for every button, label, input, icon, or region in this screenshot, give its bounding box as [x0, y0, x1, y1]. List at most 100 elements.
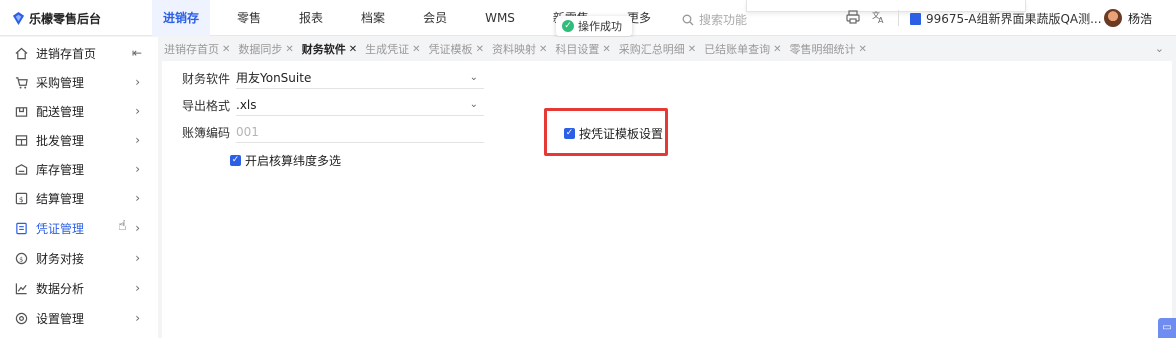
- ledger-code-input[interactable]: 001: [236, 121, 484, 143]
- sidebar-item-wholesale[interactable]: 批发管理 ›: [0, 126, 158, 155]
- search-box[interactable]: 搜索功能: [682, 11, 747, 28]
- user-menu[interactable]: 杨浩: [1104, 9, 1152, 27]
- tab-label: 科目设置: [555, 43, 600, 56]
- success-check-icon: ✓: [562, 20, 574, 32]
- tab-finance-software[interactable]: 财务软件 ✕: [302, 41, 357, 57]
- multi-dimension-checkbox[interactable]: ✓ 开启核算纬度多选: [230, 152, 341, 169]
- software-value: 用友YonSuite: [236, 71, 312, 85]
- sidebar-item-finance[interactable]: $ 财务对接 ›: [0, 244, 158, 273]
- feedback-icon[interactable]: ▭: [1158, 318, 1176, 338]
- tab-purchase-summary[interactable]: 采购汇总明细 ✕: [619, 41, 696, 57]
- nav-item-archives[interactable]: 档案: [350, 0, 396, 36]
- sidebar-item-voucher[interactable]: 凭证管理 ›: [0, 214, 158, 243]
- success-toast: ✓ 操作成功: [556, 16, 632, 36]
- nav-item-retail[interactable]: 零售: [226, 0, 272, 36]
- printer-icon[interactable]: [846, 10, 860, 24]
- logo-icon: [12, 12, 25, 25]
- tab-generate-voucher[interactable]: 生成凭证 ✕: [365, 41, 420, 57]
- sidebar-item-purchase[interactable]: 采购管理 ›: [0, 68, 158, 97]
- close-icon[interactable]: ✕: [412, 44, 420, 55]
- collapse-sidebar-icon[interactable]: ⇤: [132, 46, 142, 60]
- tab-voucher-template[interactable]: 凭证模板 ✕: [429, 41, 484, 57]
- user-name: 杨浩: [1128, 11, 1153, 26]
- chevron-right-icon: ›: [135, 191, 140, 205]
- chevron-down-icon: ⌄: [469, 72, 478, 83]
- close-icon[interactable]: ✕: [476, 44, 484, 55]
- multi-dimension-label: 开启核算纬度多选: [245, 154, 342, 168]
- svg-text:$: $: [19, 255, 23, 263]
- sidebar-item-label: 财务对接: [36, 252, 85, 266]
- sidebar-item-inventory[interactable]: 库存管理 ›: [0, 155, 158, 184]
- chevron-right-icon: ›: [135, 281, 140, 295]
- close-icon[interactable]: ✕: [349, 44, 357, 55]
- sidebar-item-settings[interactable]: 设置管理 ›: [0, 304, 158, 333]
- top-bar: 乐檬零售后台 进销存 零售 报表 档案 会员 WMS 新零售 更多 ✓ 操作成功…: [0, 0, 1176, 36]
- close-icon[interactable]: ✕: [688, 44, 696, 55]
- tab-label: 已结账单查询: [704, 43, 771, 56]
- tab-data-sync[interactable]: 数据同步 ✕: [238, 41, 293, 57]
- wholesale-icon: [14, 134, 28, 148]
- app-title: 乐檬零售后台: [29, 12, 102, 26]
- tab-retail-detail[interactable]: 零售明细统计 ✕: [790, 41, 867, 57]
- tab-settled-bills[interactable]: 已结账单查询 ✕: [704, 41, 781, 57]
- main-content: 财务软件 用友YonSuite ⌄ 导出格式 .xls ⌄ 账簿编码 001 ✓…: [162, 61, 1172, 338]
- chevron-right-icon: ›: [135, 251, 140, 265]
- search-placeholder: 搜索功能: [699, 13, 748, 27]
- translate-icon[interactable]: 文A: [872, 10, 886, 25]
- store-selector[interactable]: 99675-A组新界面果蔬版QA测...: [910, 10, 1102, 27]
- sidebar-item-settlement[interactable]: $ 结算管理 ›: [0, 184, 158, 213]
- close-icon[interactable]: ✕: [859, 44, 867, 55]
- tab-label: 资料映射: [491, 43, 536, 56]
- avatar: [1104, 9, 1122, 27]
- nav-item-inventory[interactable]: 进销存: [152, 0, 211, 36]
- software-select[interactable]: 用友YonSuite ⌄: [236, 67, 484, 89]
- page-tabs: 进销存首页 ✕ 数据同步 ✕ 财务软件 ✕ 生成凭证 ✕ 凭证模板 ✕ 资料映射 ✕ 科目设…: [158, 37, 1176, 61]
- tab-label: 零售明细统计: [789, 43, 856, 56]
- sidebar-item-home[interactable]: 进销存首页 ⇤: [0, 39, 158, 68]
- voucher-icon: [14, 222, 28, 236]
- close-icon[interactable]: ✕: [222, 44, 230, 55]
- nav-item-reports[interactable]: 报表: [288, 0, 334, 36]
- export-format-select[interactable]: .xls ⌄: [236, 94, 484, 116]
- settings-icon: [14, 312, 28, 326]
- tab-account-settings[interactable]: 科目设置 ✕: [555, 41, 610, 57]
- nav-item-wms[interactable]: WMS: [474, 0, 526, 36]
- ledger-code-placeholder: 001: [236, 125, 259, 139]
- tab-label: 采购汇总明细: [618, 43, 685, 56]
- chevron-right-icon: ›: [135, 311, 140, 325]
- highlight-box: [544, 108, 668, 156]
- store-name: 99675-A组新界面果蔬版QA测...: [926, 12, 1102, 26]
- tab-label: 生成凭证: [365, 43, 410, 56]
- sidebar-item-label: 结算管理: [36, 192, 85, 206]
- nav-item-members[interactable]: 会员: [412, 0, 458, 36]
- sidebar-item-label: 凭证管理: [36, 222, 85, 236]
- finance-icon: $: [14, 252, 28, 266]
- chart-icon: [14, 282, 28, 296]
- software-row: 财务软件 用友YonSuite ⌄: [182, 67, 484, 89]
- settlement-icon: $: [14, 192, 28, 206]
- home-icon: [14, 47, 28, 61]
- tab-label: 进销存首页: [164, 43, 219, 56]
- export-format-row: 导出格式 .xls ⌄: [182, 94, 484, 116]
- close-icon[interactable]: ✕: [602, 44, 610, 55]
- tab-label: 数据同步: [238, 43, 283, 56]
- tab-data-mapping[interactable]: 资料映射 ✕: [492, 41, 547, 57]
- close-icon[interactable]: ✕: [285, 44, 293, 55]
- sidebar-item-label: 数据分析: [36, 282, 85, 296]
- sidebar-item-label: 批发管理: [36, 134, 85, 148]
- tabs-expand-icon[interactable]: ⌄: [1155, 42, 1164, 55]
- app-logo[interactable]: 乐檬零售后台: [12, 10, 101, 27]
- close-icon[interactable]: ✕: [539, 44, 547, 55]
- search-icon: [682, 14, 694, 25]
- sidebar-item-label: 采购管理: [36, 76, 85, 90]
- close-icon[interactable]: ✕: [773, 44, 781, 55]
- inventory-icon: [14, 163, 28, 177]
- chevron-right-icon: ›: [135, 75, 140, 89]
- chevron-down-icon: ⌄: [469, 99, 478, 110]
- export-format-label: 导出格式: [182, 98, 231, 113]
- sidebar-item-delivery[interactable]: 配送管理 ›: [0, 97, 158, 126]
- sidebar-item-analytics[interactable]: 数据分析 ›: [0, 274, 158, 303]
- tab-inventory-home[interactable]: 进销存首页 ✕: [164, 41, 230, 57]
- checkbox-checked-icon: ✓: [230, 155, 241, 166]
- export-format-value: .xls: [236, 98, 257, 112]
